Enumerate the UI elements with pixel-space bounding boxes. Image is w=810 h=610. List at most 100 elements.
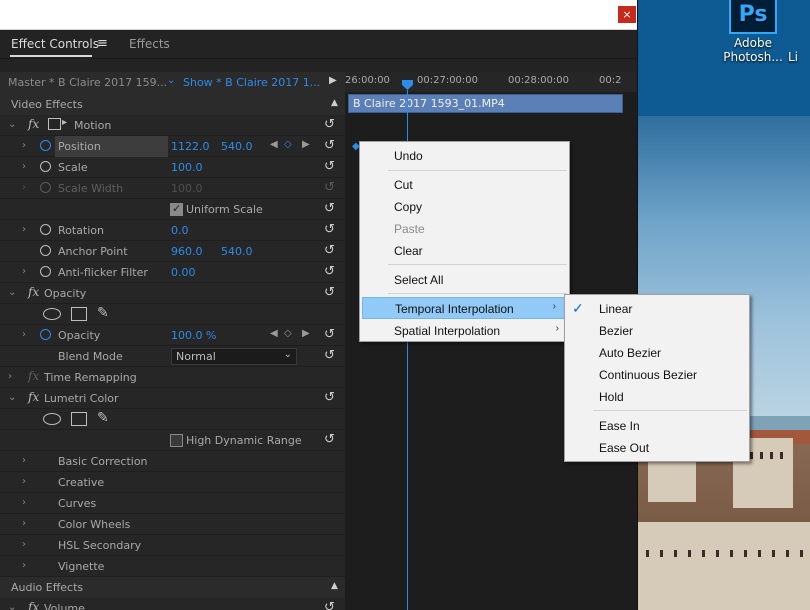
- chevron-right-icon[interactable]: ›: [22, 518, 26, 529]
- param-row-position[interactable]: › Position 1122.0 540.0 ◀ ◇ ▶ ↺: [0, 136, 345, 157]
- stopwatch-icon[interactable]: [40, 245, 51, 256]
- reset-icon[interactable]: ↺: [324, 201, 335, 216]
- desktop-icon-photoshop[interactable]: Ps Adobe Photosh...: [714, 0, 792, 64]
- param-row-anchor-point[interactable]: Anchor Point 960.0 540.0 ↺: [0, 241, 345, 262]
- lumetri-section-row[interactable]: › Color Wheels: [0, 514, 345, 535]
- reset-icon[interactable]: ↺: [324, 432, 335, 447]
- effect-row-time-remapping[interactable]: › fx Time Remapping: [0, 367, 345, 388]
- stopwatch-icon[interactable]: [40, 161, 51, 172]
- add-keyframe-icon[interactable]: ◇: [284, 328, 292, 339]
- anchor-y-value[interactable]: 540.0: [221, 245, 253, 258]
- param-row-opacity[interactable]: › Opacity 100.0 % ◀ ◇ ▶ ↺: [0, 325, 345, 346]
- menu-item-undo[interactable]: Undo: [360, 145, 569, 167]
- effect-row-opacity[interactable]: ⌄ fx Opacity ↺: [0, 283, 345, 304]
- chevron-right-icon[interactable]: ›: [22, 161, 26, 172]
- effect-row-volume[interactable]: ⌄ fx Volume ↺: [0, 598, 345, 610]
- prev-keyframe-icon[interactable]: ◀: [270, 328, 278, 339]
- stopwatch-icon[interactable]: [40, 329, 51, 340]
- reset-icon[interactable]: ↺: [324, 348, 335, 363]
- scroll-up-icon[interactable]: ▲: [331, 581, 338, 591]
- prev-keyframe-icon[interactable]: ◀: [270, 139, 278, 150]
- uniform-scale-checkbox[interactable]: [170, 202, 183, 216]
- reset-icon[interactable]: ↺: [324, 285, 335, 300]
- desktop-icon-partial[interactable]: Li: [788, 50, 810, 64]
- chevron-right-icon[interactable]: ›: [22, 266, 26, 277]
- lumetri-section-row[interactable]: › Basic Correction: [0, 451, 345, 472]
- chevron-right-icon[interactable]: ›: [8, 371, 12, 382]
- pen-mask-icon[interactable]: ✎: [97, 305, 109, 321]
- tab-effects[interactable]: Effects: [129, 37, 170, 51]
- fx-toggle-icon[interactable]: fx: [28, 390, 39, 404]
- menu-item-auto-bezier[interactable]: Auto Bezier: [565, 342, 749, 364]
- reset-icon[interactable]: ↺: [324, 600, 335, 610]
- stopwatch-icon[interactable]: [40, 266, 51, 277]
- menu-item-ease-in[interactable]: Ease In: [565, 415, 749, 437]
- menu-item-cut[interactable]: Cut: [360, 174, 569, 196]
- add-keyframe-icon[interactable]: ◇: [284, 139, 292, 150]
- menu-item-clear[interactable]: Clear: [360, 240, 569, 262]
- menu-item-spatial-interpolation[interactable]: Spatial Interpolation ›: [360, 320, 569, 342]
- tab-effect-controls[interactable]: Effect Controls: [11, 37, 99, 51]
- rectangle-mask-icon[interactable]: [71, 307, 87, 321]
- ellipse-mask-icon[interactable]: [43, 413, 61, 425]
- anti-flicker-value[interactable]: 0.00: [171, 266, 196, 279]
- menu-item-temporal-interpolation[interactable]: Temporal Interpolation ›: [362, 297, 567, 319]
- reset-icon[interactable]: ↺: [324, 243, 335, 258]
- next-keyframe-icon[interactable]: ▶: [302, 328, 310, 339]
- lumetri-section-row[interactable]: › Vignette: [0, 556, 345, 577]
- chevron-down-icon[interactable]: ⌄: [8, 602, 16, 610]
- stopwatch-icon[interactable]: [40, 224, 51, 235]
- next-keyframe-icon[interactable]: ▶: [302, 139, 310, 150]
- param-row-anti-flicker[interactable]: › Anti-flicker Filter 0.00 ↺: [0, 262, 345, 283]
- chevron-right-icon[interactable]: ›: [22, 224, 26, 235]
- fx-toggle-icon[interactable]: fx: [28, 285, 39, 299]
- master-clip-label[interactable]: Master * B Claire 2017 159...: [8, 76, 167, 89]
- effect-row-motion[interactable]: ⌄ fx ▸ Motion ↺: [0, 115, 345, 136]
- fx-toggle-icon[interactable]: fx: [28, 600, 39, 610]
- param-row-scale[interactable]: › Scale 100.0 ↺: [0, 157, 345, 178]
- hdr-checkbox[interactable]: [170, 434, 183, 447]
- play-right-icon[interactable]: ▶: [329, 75, 337, 86]
- chevron-right-icon[interactable]: ›: [22, 455, 26, 466]
- lumetri-section-row[interactable]: › HSL Secondary: [0, 535, 345, 556]
- anchor-x-value[interactable]: 960.0: [171, 245, 203, 258]
- chevron-right-icon[interactable]: ›: [22, 140, 26, 151]
- chevron-right-icon[interactable]: ›: [22, 539, 26, 550]
- pen-mask-icon[interactable]: ✎: [97, 410, 109, 426]
- fx-toggle-icon[interactable]: fx: [28, 117, 39, 131]
- sequence-clip-selector[interactable]: Show * B Claire 2017 1...: [183, 76, 320, 89]
- panel-menu-icon[interactable]: ≡: [97, 36, 108, 51]
- menu-item-linear[interactable]: ✓ Linear: [565, 298, 749, 320]
- stopwatch-icon[interactable]: [40, 140, 51, 151]
- chevron-right-icon[interactable]: ›: [22, 329, 26, 340]
- chevron-down-icon[interactable]: ⌄: [8, 392, 16, 403]
- param-row-rotation[interactable]: › Rotation 0.0 ↺: [0, 220, 345, 241]
- position-y-value[interactable]: 540.0: [221, 140, 253, 153]
- menu-item-copy[interactable]: Copy: [360, 196, 569, 218]
- reset-icon[interactable]: ↺: [324, 264, 335, 279]
- blend-mode-select[interactable]: Normal ⌄: [171, 348, 297, 365]
- rectangle-mask-icon[interactable]: [71, 412, 87, 426]
- menu-item-hold[interactable]: Hold: [565, 386, 749, 408]
- chevron-right-icon[interactable]: ›: [22, 560, 26, 571]
- close-button[interactable]: ×: [618, 6, 636, 23]
- chevron-down-icon[interactable]: ⌄: [167, 75, 175, 86]
- transform-icon[interactable]: [48, 118, 61, 130]
- menu-item-select-all[interactable]: Select All: [360, 269, 569, 291]
- param-row-blend-mode[interactable]: Blend Mode Normal ⌄ ↺: [0, 346, 345, 367]
- reset-icon[interactable]: ↺: [324, 117, 335, 132]
- scale-value[interactable]: 100.0: [171, 161, 203, 174]
- chevron-down-icon[interactable]: ⌄: [8, 287, 16, 298]
- position-x-value[interactable]: 1122.0: [171, 140, 210, 153]
- menu-item-ease-out[interactable]: Ease Out: [565, 437, 749, 459]
- reset-icon[interactable]: ↺: [324, 327, 335, 342]
- reset-icon[interactable]: ↺: [324, 390, 335, 405]
- lumetri-section-row[interactable]: › Curves: [0, 493, 345, 514]
- rotation-value[interactable]: 0.0: [171, 224, 189, 237]
- reset-icon[interactable]: ↺: [324, 159, 335, 174]
- reset-icon[interactable]: ↺: [324, 222, 335, 237]
- chevron-right-icon[interactable]: ›: [22, 476, 26, 487]
- scroll-up-icon[interactable]: ▲: [331, 98, 338, 108]
- time-ruler[interactable]: 26:00:00 00:27:00:00 00:28:00:00 00:2: [345, 72, 637, 92]
- opacity-value[interactable]: 100.0 %: [171, 329, 216, 342]
